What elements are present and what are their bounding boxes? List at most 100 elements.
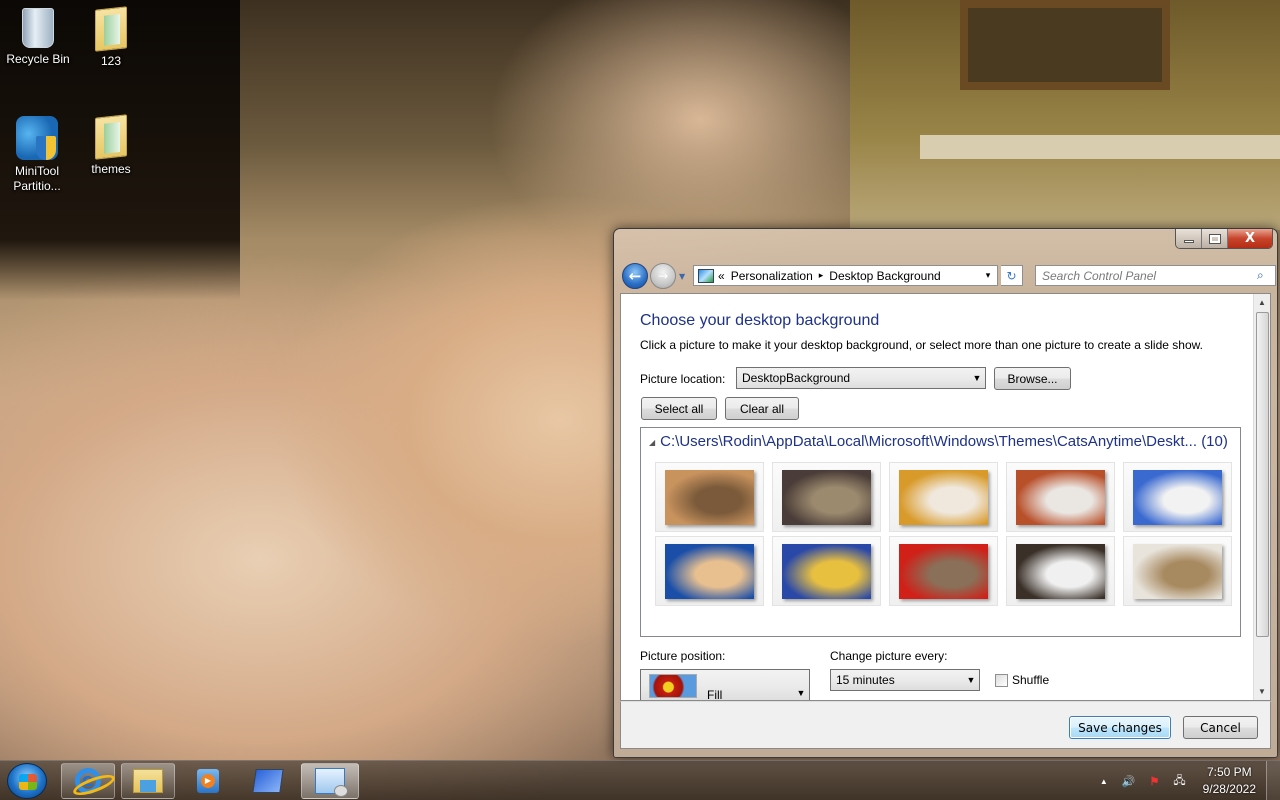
picture-location-label: Picture location:	[640, 372, 726, 386]
thumbnail-tile[interactable]	[1123, 462, 1232, 532]
desktop-icon-minitool[interactable]: MiniTool Partitio...	[0, 116, 74, 194]
wallpaper-picture-frame	[960, 0, 1170, 90]
forward-button[interactable]: →	[650, 263, 676, 289]
control-panel-icon	[315, 767, 348, 797]
clock-date: 9/28/2022	[1202, 782, 1256, 796]
thumbnail-image	[1133, 543, 1222, 599]
select-all-button[interactable]: Select all	[641, 397, 717, 420]
page-title: Choose your desktop background	[640, 312, 880, 329]
shuffle-label[interactable]: Shuffle	[1012, 673, 1049, 687]
desktop-icon-folder-themes[interactable]: themes	[73, 114, 149, 177]
thumbnail-image	[665, 543, 754, 599]
volume-icon[interactable]: 🔊	[1122, 775, 1136, 788]
desktop-icon-label: MiniTool Partitio...	[13, 164, 61, 193]
gallery-group-header[interactable]: ◢ C:\Users\Rodin\AppData\Local\Microsoft\…	[649, 433, 1228, 450]
scroll-down-arrow-icon[interactable]: ▼	[1254, 683, 1270, 700]
thumbnail-image	[899, 469, 988, 525]
arrow-left-icon: ←	[628, 267, 642, 285]
desktop-icon-folder-123[interactable]: 123	[73, 6, 149, 69]
thumbnail-tile[interactable]	[655, 462, 764, 532]
picture-position-dropdown[interactable]: Fill ▼	[640, 669, 810, 701]
show-desktop-button[interactable]	[1266, 761, 1280, 800]
taskbar-windows-explorer[interactable]	[121, 762, 175, 799]
picture-location-value: DesktopBackground	[742, 371, 851, 385]
windows-explorer-icon	[133, 768, 163, 793]
recycle-bin-icon	[22, 8, 54, 48]
address-overflow-chevron[interactable]: «	[718, 269, 725, 283]
address-bar[interactable]: « Personalization ▸ Desktop Background ▾	[693, 265, 998, 286]
clear-all-button[interactable]: Clear all	[725, 397, 799, 420]
thumbnail-tile[interactable]	[889, 536, 998, 606]
change-picture-every-value: 15 minutes	[836, 673, 895, 687]
content-pane: Choose your desktop background Click a p…	[620, 293, 1271, 701]
desktop-icon-label: themes	[91, 162, 131, 176]
internet-explorer-icon: e	[75, 767, 101, 794]
gallery-path: C:\Users\Rodin\AppData\Local\Microsoft\W…	[660, 433, 1198, 450]
browse-button[interactable]: Browse...	[994, 367, 1071, 390]
change-picture-every-dropdown[interactable]: 15 minutes ▼	[830, 669, 980, 691]
breadcrumb-personalization[interactable]: Personalization	[731, 269, 813, 283]
thumbnail-image	[782, 469, 871, 525]
thumbnail-tile[interactable]	[889, 462, 998, 532]
taskbar-windows-media-player[interactable]: ▶	[181, 763, 235, 799]
close-button[interactable]: X	[1228, 229, 1272, 248]
search-input[interactable]: Search Control Panel ⌕	[1035, 265, 1276, 286]
thumbnail-tile[interactable]	[1006, 462, 1115, 532]
clock-time: 7:50 PM	[1206, 765, 1252, 779]
taskbar-control-panel[interactable]	[301, 762, 359, 799]
taskbar-internet-explorer[interactable]: e	[61, 762, 115, 799]
thumbnail-image	[1016, 543, 1105, 599]
maximize-icon	[1208, 233, 1221, 244]
picture-position-value: Fill	[707, 688, 723, 701]
vertical-scrollbar[interactable]: ▲ ▼	[1253, 294, 1270, 700]
position-preview-image	[649, 674, 697, 698]
action-center-flag-icon[interactable]: ⚑	[1149, 775, 1159, 788]
search-icon[interactable]: ⌕	[1257, 268, 1275, 283]
taskbar: e ▶ ▲ 🔊 ⚑ 🖧 7:50 PM 9/28/2022	[0, 760, 1280, 800]
start-button[interactable]	[7, 762, 47, 799]
breadcrumb-separator-icon[interactable]: ▸	[819, 270, 824, 281]
minimize-button[interactable]	[1176, 229, 1202, 248]
thumbnail-tile[interactable]	[655, 536, 764, 606]
chevron-down-icon: ▼	[966, 675, 976, 685]
network-icon	[252, 768, 284, 793]
caption-buttons: X	[1175, 229, 1273, 249]
thumbnail-tile[interactable]	[1123, 536, 1232, 606]
scroll-up-arrow-icon[interactable]: ▲	[1254, 294, 1270, 311]
back-button[interactable]: ←	[622, 263, 648, 289]
thumbnail-image	[782, 543, 871, 599]
page-description: Click a picture to make it your desktop …	[640, 338, 1203, 352]
taskbar-network[interactable]	[241, 763, 295, 799]
desktop-background-window: X ← → ▼ « Personalization ▸ Desktop Back…	[613, 228, 1278, 758]
dialog-footer: Save changes Cancel	[620, 701, 1271, 749]
thumbnail-tile[interactable]	[1006, 536, 1115, 606]
address-history-dropdown[interactable]: ▾	[979, 270, 997, 281]
scrollbar-thumb[interactable]	[1256, 312, 1269, 637]
picture-location-dropdown[interactable]: DesktopBackground ▼	[736, 367, 986, 389]
picture-gallery: ◢ C:\Users\Rodin\AppData\Local\Microsoft\…	[640, 427, 1241, 637]
thumbnail-tile[interactable]	[772, 462, 881, 532]
thumbnail-tile[interactable]	[772, 536, 881, 606]
arrow-right-icon: →	[657, 269, 669, 283]
chevron-down-icon: ▼	[796, 688, 806, 698]
breadcrumb-desktop-background[interactable]: Desktop Background	[829, 269, 940, 283]
wallpaper-shelf	[920, 135, 1280, 159]
chevron-down-icon: ▼	[972, 373, 982, 383]
thumbnail-image	[1016, 469, 1105, 525]
maximize-button[interactable]	[1202, 229, 1228, 248]
network-tray-icon[interactable]: 🖧	[1173, 772, 1185, 791]
cancel-button[interactable]: Cancel	[1183, 716, 1258, 739]
collapse-triangle-icon[interactable]: ◢	[649, 438, 655, 447]
navigation-buttons: ← → ▼	[622, 263, 689, 289]
media-player-icon: ▶	[197, 768, 219, 793]
save-changes-button[interactable]: Save changes	[1069, 716, 1171, 739]
shuffle-checkbox[interactable]	[995, 674, 1008, 687]
show-hidden-icons-button[interactable]: ▲	[1100, 777, 1108, 786]
thumbnail-image	[1133, 469, 1222, 525]
clock[interactable]: 7:50 PM 9/28/2022	[1203, 764, 1256, 798]
refresh-button[interactable]: ↻	[1001, 265, 1023, 286]
picture-position-label: Picture position:	[640, 649, 726, 663]
recent-pages-dropdown[interactable]: ▼	[679, 272, 689, 281]
desktop-icon-recycle-bin[interactable]: Recycle Bin	[0, 8, 76, 67]
desktop-icon-label: Recycle Bin	[6, 52, 70, 66]
